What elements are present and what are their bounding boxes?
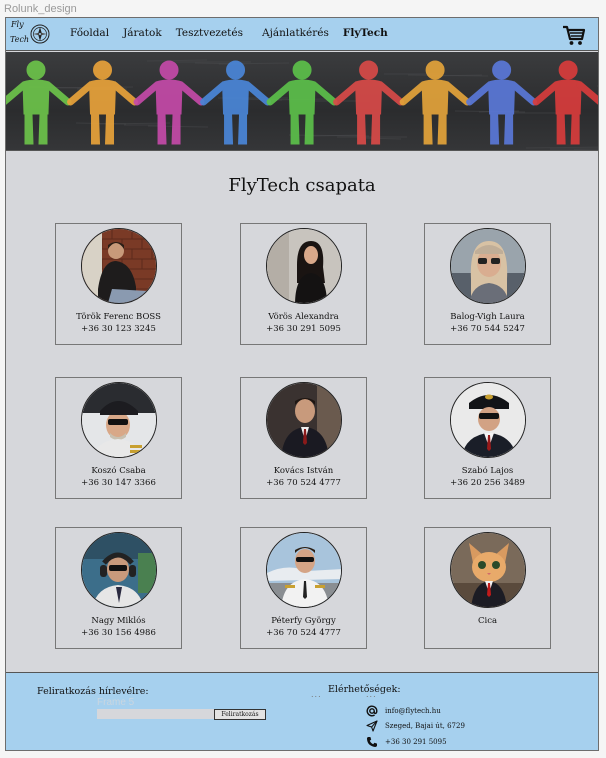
member-name: Péterfy György: [271, 616, 336, 626]
member-name: Koszó Csaba: [91, 466, 146, 476]
hero-figure: [266, 60, 338, 145]
member-phone: +36 30 123 3245: [81, 324, 156, 334]
contact-address: Szeged, Bajai út, 6729: [385, 722, 465, 730]
member-phone: +36 70 524 4777: [266, 628, 341, 638]
team-card: Koszó Csaba +36 30 147 3366: [55, 377, 182, 499]
nav-item-jaratok[interactable]: Járatok: [123, 27, 162, 39]
avatar-torok-ferenc: [81, 228, 157, 304]
divider-dots: ...: [311, 690, 322, 699]
navbar: Fly Tech Főoldal Járatok Tesztvezetés Aj…: [6, 18, 598, 51]
hero-figure: [466, 60, 538, 145]
contact-phone-row[interactable]: +36 30 291 5095: [366, 736, 447, 748]
avatar-koszo-csaba: [81, 382, 157, 458]
contact-email: info@flytech.hu: [385, 707, 441, 715]
member-name: Balog-Vigh Laura: [450, 312, 525, 322]
avatar-szabo-lajos: [450, 382, 526, 458]
avatar-nagy-miklos: [81, 532, 157, 608]
hero-figure: [399, 60, 471, 145]
member-phone: +36 30 291 5095: [266, 324, 341, 334]
newsletter-label: Feliratkozás hírlevélre:: [37, 686, 149, 697]
team-card: Cica: [424, 527, 551, 649]
contact-phone: +36 30 291 5095: [385, 738, 447, 746]
avatar-cica: [450, 532, 526, 608]
subscribe-button[interactable]: Feliratkozás: [214, 709, 266, 720]
member-name: Kovács István: [273, 466, 334, 476]
team-card: Vörös Alexandra +36 30 291 5095: [240, 223, 367, 345]
member-phone: +36 30 156 4986: [81, 628, 156, 638]
nav-item-flytech[interactable]: FlyTech: [343, 27, 388, 39]
team-card: Balog-Vigh Laura +36 70 544 5247: [424, 223, 551, 345]
hero-figures-illustration: [6, 52, 598, 150]
nav-item-ajanlatkeres[interactable]: Ajánlatkérés: [262, 27, 329, 39]
member-name: Vörös Alexandra: [268, 312, 339, 322]
hero-figure: [133, 60, 205, 145]
member-name: Török Ferenc BOSS: [76, 312, 161, 322]
compass-logo-icon: [30, 24, 50, 44]
hero-figure: [200, 60, 272, 145]
page: Fly Tech Főoldal Járatok Tesztvezetés Aj…: [5, 17, 599, 751]
member-name: Szabó Lajos: [461, 466, 514, 476]
team-card: Péterfy György +36 70 524 4777: [240, 527, 367, 649]
member-phone: +36 70 544 5247: [450, 324, 525, 334]
hero-banner: [6, 52, 598, 151]
hero-figure: [67, 60, 139, 145]
logo-text-line1: Fly: [11, 20, 24, 29]
newsletter-email-input[interactable]: [97, 709, 215, 719]
team-card: Török Ferenc BOSS +36 30 123 3245: [55, 223, 182, 345]
footer: Feliratkozás hírlevélre: Frame 5 Felirat…: [6, 672, 598, 750]
logo-text-line2: Tech: [10, 35, 30, 44]
nav-item-tesztvezetes[interactable]: Tesztvezetés: [176, 27, 243, 39]
hero-figure: [333, 60, 405, 145]
hero-figure: [6, 60, 72, 145]
team-card: Nagy Miklós +36 30 156 4986: [55, 527, 182, 649]
avatar-voros-alexandra: [266, 228, 342, 304]
team-card: Kovács István +36 70 524 4777: [240, 377, 367, 499]
contact-email-row[interactable]: info@flytech.hu: [366, 705, 441, 717]
contact-address-row[interactable]: Szeged, Bajai út, 6729: [366, 720, 465, 732]
avatar-peterfy-gyorgy: [266, 532, 342, 608]
team-card: Szabó Lajos +36 20 256 3489: [424, 377, 551, 499]
cart-icon[interactable]: [562, 23, 586, 47]
nav-menu: Főoldal Járatok Tesztvezetés Ajánlatkéré…: [70, 27, 402, 39]
member-name: Cica: [477, 616, 498, 626]
avatar-balog-vigh-laura: [450, 228, 526, 304]
frame-label: Rolunk_design: [4, 3, 77, 15]
at-icon: [366, 705, 378, 717]
paper-plane-icon: [366, 720, 378, 732]
phone-icon: [366, 737, 377, 748]
member-phone: +36 70 524 4777: [266, 478, 341, 488]
member-phone: +36 20 256 3489: [450, 478, 525, 488]
frame-5-label: Frame 5: [97, 697, 135, 708]
member-phone: +36 30 147 3366: [81, 478, 156, 488]
divider-dots: ...: [366, 690, 377, 699]
avatar-kovacs-istvan: [266, 382, 342, 458]
logo[interactable]: Fly Tech: [9, 20, 53, 50]
contact-label: Elérhetőségek:: [328, 684, 401, 695]
nav-item-fooldal[interactable]: Főoldal: [70, 27, 109, 39]
hero-figure: [532, 60, 598, 145]
member-name: Nagy Miklós: [91, 616, 146, 626]
page-title: FlyTech csapata: [228, 175, 376, 196]
